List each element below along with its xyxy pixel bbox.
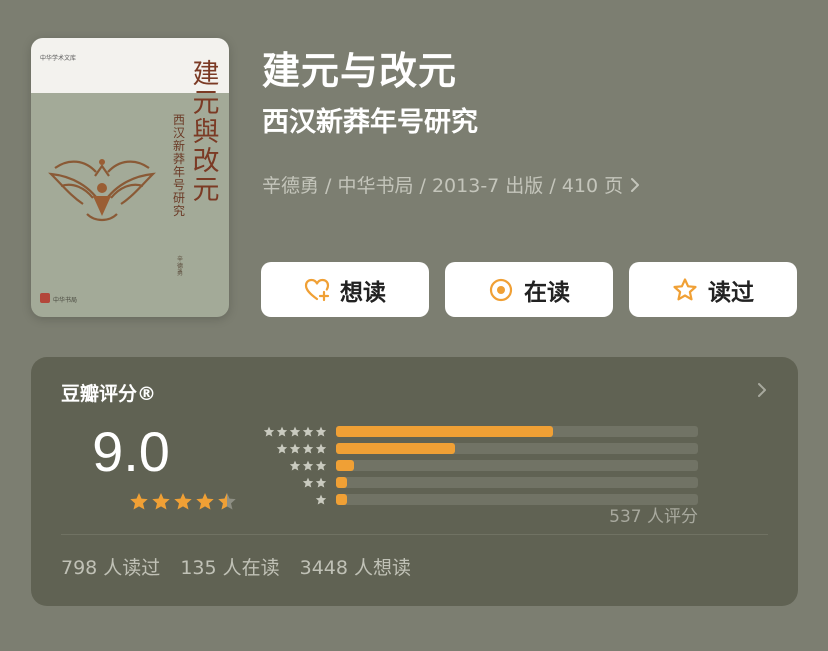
read-count: 798 人读过 xyxy=(61,557,161,579)
star-small-icon xyxy=(302,426,314,436)
distribution-bar-track xyxy=(336,477,698,488)
chevron-right-icon[interactable] xyxy=(756,381,768,399)
book-meta-text: 辛德勇 / 中华书局 / 2013-7 出版 / 410 页 xyxy=(262,175,624,197)
cover-publisher: 中华书局 xyxy=(53,297,78,304)
cover-title-char: 與 xyxy=(192,117,220,148)
reading-label: 在读 xyxy=(524,279,570,306)
distribution-row xyxy=(255,491,698,508)
star-small-icon xyxy=(315,426,327,436)
star-filled-icon xyxy=(174,493,192,510)
star-small-icon xyxy=(315,460,327,470)
distribution-row xyxy=(255,423,698,440)
star-filled-icon xyxy=(130,493,148,510)
star-small-icon xyxy=(263,426,275,436)
rating-distribution xyxy=(255,423,698,508)
book-meta-link[interactable]: 辛德勇 / 中华书局 / 2013-7 出版 / 410 页 xyxy=(262,171,641,198)
reader-stats: 798 人读过 135 人在读 3448 人想读 xyxy=(61,553,411,580)
reading-count: 135 人在读 xyxy=(180,557,280,579)
star-small-icon xyxy=(289,443,301,453)
rating-card[interactable]: 豆瓣评分® 9.0 537 人评分 798 人读过 135 人在读 3448 人… xyxy=(31,357,798,606)
star-small-icon xyxy=(315,443,327,453)
star-small-icon xyxy=(302,443,314,453)
distribution-stars xyxy=(255,494,327,506)
heart-plus-icon xyxy=(304,278,330,301)
publisher-seal-icon xyxy=(40,293,50,303)
star-small-icon xyxy=(315,494,327,504)
cover-title-char: 改 xyxy=(192,146,220,177)
cover-title-char: 建 xyxy=(192,59,220,90)
chevron-right-icon xyxy=(631,177,640,192)
want-count: 3448 人想读 xyxy=(299,557,412,579)
star-small-icon xyxy=(289,426,301,436)
star-filled-icon xyxy=(196,493,214,510)
rating-count: 537 人评分 xyxy=(609,507,698,527)
star-small-icon xyxy=(276,426,288,436)
cover-title-char: 元 xyxy=(192,175,220,206)
distribution-stars xyxy=(255,460,327,472)
distribution-bar-track xyxy=(336,460,698,471)
cover-series-text: 中华学术文库 xyxy=(40,55,77,62)
distribution-bar xyxy=(336,443,456,454)
distribution-bar-track xyxy=(336,426,698,437)
have-read-label: 读过 xyxy=(708,279,754,306)
distribution-bar xyxy=(336,426,554,437)
rating-title: 豆瓣评分® xyxy=(61,383,157,405)
distribution-stars xyxy=(255,443,327,455)
distribution-row xyxy=(255,440,698,457)
cover-subtitle-char: 究 xyxy=(172,204,185,218)
distribution-bar xyxy=(336,460,355,471)
star-half-icon xyxy=(218,493,236,510)
want-to-read-button[interactable]: 想读 xyxy=(261,262,429,317)
book-cover[interactable]: 中华学术文库 建元與改元 西汉新莽年号研究 辛德勇 中华书局 xyxy=(31,38,229,317)
star-outline-icon xyxy=(673,277,697,300)
distribution-bar-track xyxy=(336,443,698,454)
phoenix-ornament-icon xyxy=(48,159,156,222)
distribution-row xyxy=(255,474,698,491)
star-small-icon xyxy=(302,477,314,487)
distribution-bar xyxy=(336,494,347,505)
cover-author-char: 辛 xyxy=(176,256,183,263)
star-small-icon xyxy=(302,460,314,470)
book-subtitle: 西汉新莽年号研究 xyxy=(262,107,478,138)
action-buttons: 想读 在读 读过 xyxy=(261,262,797,317)
distribution-bar xyxy=(336,477,347,488)
cover-author-char: 勇 xyxy=(176,270,183,277)
cover-author: 辛德勇 xyxy=(175,256,185,277)
target-circle-icon xyxy=(489,278,513,301)
distribution-stars xyxy=(255,477,327,489)
want-to-read-label: 想读 xyxy=(340,279,386,306)
distribution-row xyxy=(255,457,698,474)
star-small-icon xyxy=(315,477,327,487)
star-small-icon xyxy=(289,460,301,470)
book-title: 建元与改元 xyxy=(262,49,458,93)
rating-score: 9.0 xyxy=(92,420,170,483)
have-read-button[interactable]: 读过 xyxy=(629,262,797,317)
star-small-icon xyxy=(276,443,288,453)
cover-title: 建元與改元 xyxy=(191,60,221,205)
cover-author-char: 德 xyxy=(176,263,183,270)
reading-button[interactable]: 在读 xyxy=(445,262,613,317)
cover-title-char: 元 xyxy=(192,88,220,119)
divider xyxy=(61,534,768,535)
score-stars xyxy=(129,492,237,512)
cover-subtitle: 西汉新莽年号研究 xyxy=(171,114,187,218)
star-filled-icon xyxy=(152,493,170,510)
distribution-stars xyxy=(255,426,327,438)
